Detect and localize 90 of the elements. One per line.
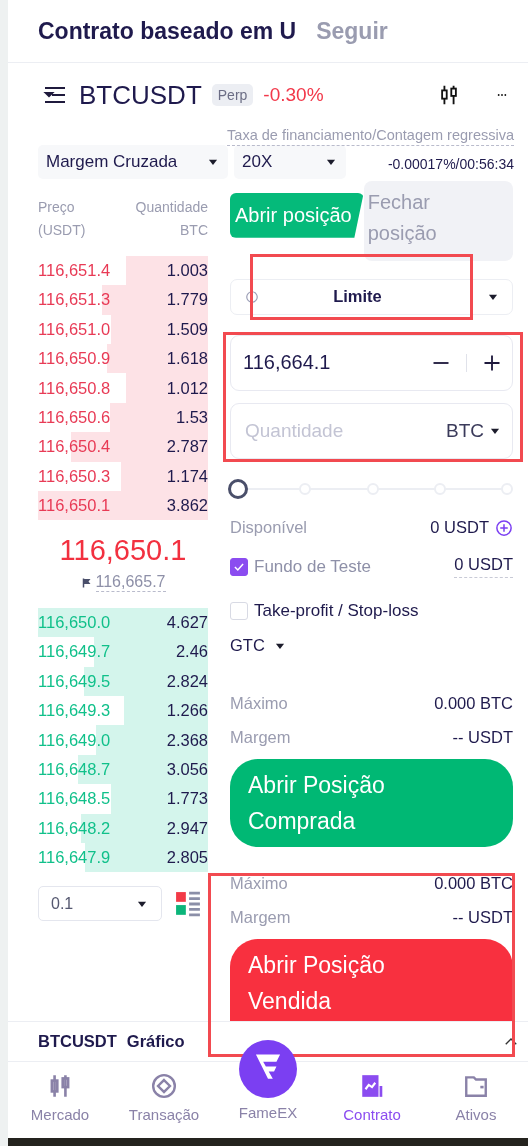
chart-symbol: BTCUSDT — [38, 1032, 117, 1052]
column-header: Quantidade — [135, 197, 208, 217]
funding-value: -0.00017%/00:56:34 — [387, 156, 514, 173]
order-price: 116,648.7 — [38, 760, 111, 779]
checkbox[interactable] — [230, 557, 248, 576]
order-price: 116,651.3 — [38, 290, 111, 310]
select-value: Limite — [332, 287, 383, 307]
price-field[interactable]: 116,664.1 — [230, 334, 513, 391]
order-price: 116,650.1 — [38, 496, 111, 516]
field-label: Máximo — [230, 874, 288, 894]
order-type-select[interactable]: Limite — [230, 278, 513, 315]
order-amount: 1.003 — [166, 261, 208, 280]
precision-select[interactable]: 0.1 — [38, 886, 162, 922]
column-unit: BTC — [179, 220, 208, 240]
mark-price: 116,665.7 — [95, 573, 166, 593]
add-icon[interactable] — [495, 518, 513, 537]
order-amount: 2.787 — [166, 437, 208, 457]
checkbox-label: Take-profit / Stop-loss — [254, 600, 419, 621]
symbol-name: BTCUSDT — [79, 79, 202, 111]
order-amount: 2.46 — [175, 642, 208, 662]
checkbox-label: Fundo de Teste — [254, 556, 371, 577]
leverage-select[interactable]: 20X — [234, 145, 346, 180]
nav-label[interactable]: Mercado — [30, 1106, 90, 1124]
field-value: -- USDT — [452, 728, 513, 748]
order-amount: 1.012 — [166, 378, 208, 398]
order-price: 116,649.0 — [38, 730, 111, 750]
order-amount: 2.805 — [166, 848, 208, 868]
field-value: -- USDT — [452, 908, 513, 928]
order-price: 116,650.6 — [38, 407, 111, 427]
order-amount: 3.862 — [166, 496, 208, 516]
order-price: 116,650.9 — [38, 349, 111, 369]
logo-icon[interactable] — [239, 1040, 297, 1099]
order-amount: 1.53 — [175, 407, 208, 427]
field-value: 0.000 BTC — [434, 694, 513, 714]
order-amount: 2.947 — [166, 818, 208, 838]
diamond-circle-icon[interactable] — [151, 1072, 177, 1101]
select-value: GTC — [230, 636, 265, 656]
sell-button[interactable]: Abrir Posição Vendida — [230, 938, 513, 1021]
nav-label[interactable]: FameEX — [238, 1104, 298, 1122]
order-price: 116,650.3 — [38, 466, 111, 486]
order-price: 116,650.4 — [38, 437, 111, 457]
order-price: 116,650.0 — [38, 613, 111, 633]
slider-thumb[interactable] — [228, 478, 248, 499]
funding-label: Taxa de financiamento/Contagem regressiva — [227, 127, 514, 147]
order-price: 116,648.5 — [38, 789, 111, 809]
select-value: 0.1 — [51, 894, 74, 913]
price-change: -0.30% — [263, 84, 324, 107]
order-amount: 1.266 — [166, 701, 208, 721]
order-amount: 1.779 — [166, 290, 208, 310]
perp-badge: Perp — [211, 84, 254, 107]
order-amount: 1.773 — [166, 789, 208, 809]
order-amount: 1.509 — [166, 319, 208, 339]
field-label: Máximo — [230, 694, 288, 714]
margin-mode-select[interactable]: Margem Cruzada — [38, 145, 228, 180]
order-amount: 4.627 — [166, 613, 208, 633]
order-price: 116,649.3 — [38, 701, 111, 721]
column-header: Preço — [38, 197, 76, 217]
order-amount: 2.824 — [166, 671, 208, 691]
select-value: 20X — [242, 152, 273, 173]
column-unit: (USDT) — [38, 220, 86, 240]
nav-label[interactable]: Transação — [128, 1106, 200, 1124]
time-in-force-select[interactable]: GTC — [230, 632, 287, 659]
order-amount: 3.056 — [166, 760, 208, 779]
unit-select[interactable]: BTC — [446, 419, 502, 442]
order-price: 116,647.9 — [38, 848, 111, 868]
field-label: Margem — [230, 728, 291, 748]
order-amount: 1.174 — [166, 466, 208, 486]
order-price: 116,651.0 — [38, 319, 111, 339]
field-label: Margem — [230, 908, 291, 928]
order-amount: 2.368 — [166, 730, 208, 750]
field-label: Disponível — [230, 518, 308, 538]
field-value: 116,664.1 — [243, 351, 331, 375]
field-value: 0 USDT — [430, 518, 489, 538]
circle-icon — [245, 289, 259, 304]
select-value: Margem Cruzada — [46, 152, 178, 173]
chart-link[interactable]: Gráfico — [126, 1032, 185, 1052]
order-price: 116,648.2 — [38, 818, 111, 838]
order-price: 116,649.5 — [38, 671, 111, 691]
order-price: 116,649.7 — [38, 642, 111, 662]
nav-label[interactable]: Ativos — [455, 1106, 497, 1124]
field-value: 0.000 BTC — [434, 874, 513, 894]
order-amount: 1.618 — [166, 349, 208, 369]
field-value: 0 USDT — [454, 555, 513, 579]
quantity-field[interactable]: Quantidade BTC — [230, 402, 513, 459]
header-tab[interactable]: Contrato baseado em U — [38, 18, 297, 63]
book-layout-icon[interactable] — [174, 890, 202, 917]
order-price: 116,650.8 — [38, 378, 111, 398]
nav-label[interactable]: Contrato — [343, 1106, 401, 1124]
last-price: 116,650.1 — [58, 534, 188, 568]
order-price: 116,651.4 — [38, 261, 111, 280]
